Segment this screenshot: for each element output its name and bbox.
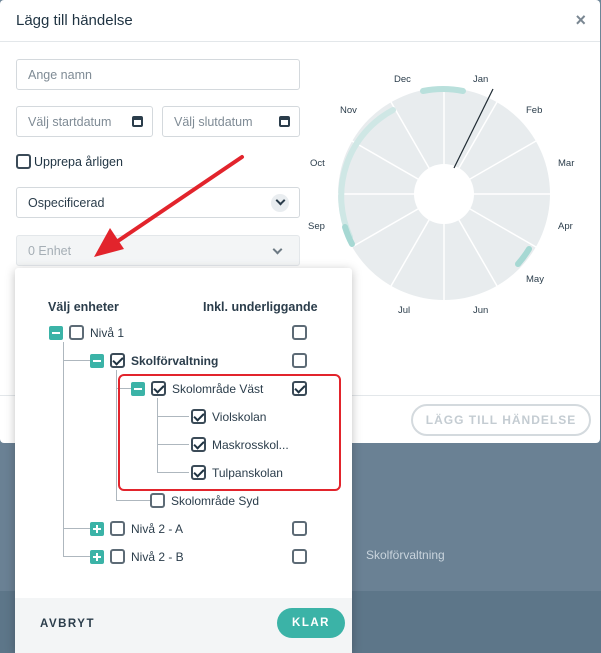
include-sub-heading: Inkl. underliggande <box>203 300 318 314</box>
expand-icon[interactable] <box>90 521 104 536</box>
units-value: 0 Enhet <box>28 243 72 258</box>
month-label-feb: Feb <box>526 105 543 116</box>
tree-line <box>63 556 90 557</box>
modal-title: Lägg till händelse <box>16 12 133 29</box>
name-placeholder: Ange namn <box>28 67 92 82</box>
tree-label: Nivå 2 - B <box>131 549 184 564</box>
year-wheel: Jan Feb Mar Apr May Jun Jul Sep Oct Nov … <box>308 67 574 316</box>
done-button[interactable]: KLAR <box>277 608 345 638</box>
select-units-heading: Välj enheter <box>48 300 119 314</box>
tree-label: Nivå 1 <box>90 325 125 340</box>
end-date-placeholder: Välj slutdatum <box>174 114 253 129</box>
include-sub-checkbox[interactable] <box>292 549 307 564</box>
repeat-yearly-label: Upprepa årligen <box>34 154 123 169</box>
month-label-jul: Jul <box>398 305 411 316</box>
month-label-mar: Mar <box>558 158 575 169</box>
tree-row-niva1[interactable]: Nivå 1 <box>49 325 124 340</box>
tree-line <box>63 342 64 557</box>
month-label-apr: Apr <box>558 221 573 232</box>
month-label-dec: Dec <box>394 74 411 85</box>
expand-icon[interactable] <box>90 549 104 564</box>
chevron-down-icon <box>272 244 283 255</box>
add-event-button[interactable]: LÄGG TILL HÄNDELSE <box>411 404 591 436</box>
modal-header: Lägg till händelse × <box>0 0 600 42</box>
tree-label: Skolområde Syd <box>171 493 260 508</box>
calendar-icon[interactable] <box>132 116 143 127</box>
collapse-icon[interactable] <box>49 325 63 340</box>
tree-label: Nivå 2 - A <box>131 521 184 536</box>
calendar-icon[interactable] <box>279 116 290 127</box>
tree-line <box>116 370 117 500</box>
tree-row-niva2b[interactable]: Nivå 2 - B <box>90 549 184 564</box>
unit-checkbox[interactable] <box>69 325 84 340</box>
units-select[interactable]: 0 Enhet <box>16 235 300 266</box>
month-label-may: May <box>526 274 544 285</box>
month-label-nov: Nov <box>340 105 357 116</box>
unit-checkbox[interactable] <box>110 521 125 536</box>
month-label-jan: Jan <box>473 74 489 85</box>
tree-label: Skolförvaltning <box>131 353 219 368</box>
collapse-icon[interactable] <box>90 353 104 368</box>
end-date-input[interactable]: Välj slutdatum <box>162 106 300 137</box>
month-label-sep: Sep <box>308 221 325 232</box>
event-type-value: Ospecificerad <box>28 195 105 210</box>
start-date-placeholder: Välj startdatum <box>28 114 112 129</box>
name-input[interactable]: Ange namn <box>16 59 300 90</box>
include-sub-checkbox[interactable] <box>292 521 307 536</box>
tree-row-niva2a[interactable]: Nivå 2 - A <box>90 521 183 536</box>
event-type-select[interactable]: Ospecificerad <box>16 187 300 218</box>
tree-line <box>116 500 150 501</box>
highlight-box <box>118 374 341 491</box>
start-date-input[interactable]: Välj startdatum <box>16 106 153 137</box>
year-wheel-graphic <box>338 86 550 300</box>
cancel-button[interactable]: AVBRYT <box>40 618 95 630</box>
background-label: Skolförvaltning <box>366 548 445 562</box>
month-label-oct: Oct <box>310 158 325 169</box>
repeat-yearly-checkbox[interactable] <box>16 154 31 169</box>
unit-checkbox[interactable] <box>110 549 125 564</box>
unit-checkbox[interactable] <box>150 493 165 508</box>
tree-row-skolforvaltning[interactable]: Skolförvaltning <box>90 353 218 368</box>
include-sub-checkbox[interactable] <box>292 353 307 368</box>
tree-line <box>63 528 90 529</box>
dropdown-footer: AVBRYT KLAR <box>15 598 352 653</box>
close-icon[interactable]: × <box>575 10 586 31</box>
month-label-jun: Jun <box>473 305 489 316</box>
tree-line <box>63 360 90 361</box>
repeat-yearly-row[interactable]: Upprepa årligen <box>16 154 123 169</box>
tree-row-skolomrade-syd[interactable]: Skolområde Syd <box>150 493 259 508</box>
include-sub-checkbox[interactable] <box>292 325 307 340</box>
unit-checkbox[interactable] <box>110 353 125 368</box>
